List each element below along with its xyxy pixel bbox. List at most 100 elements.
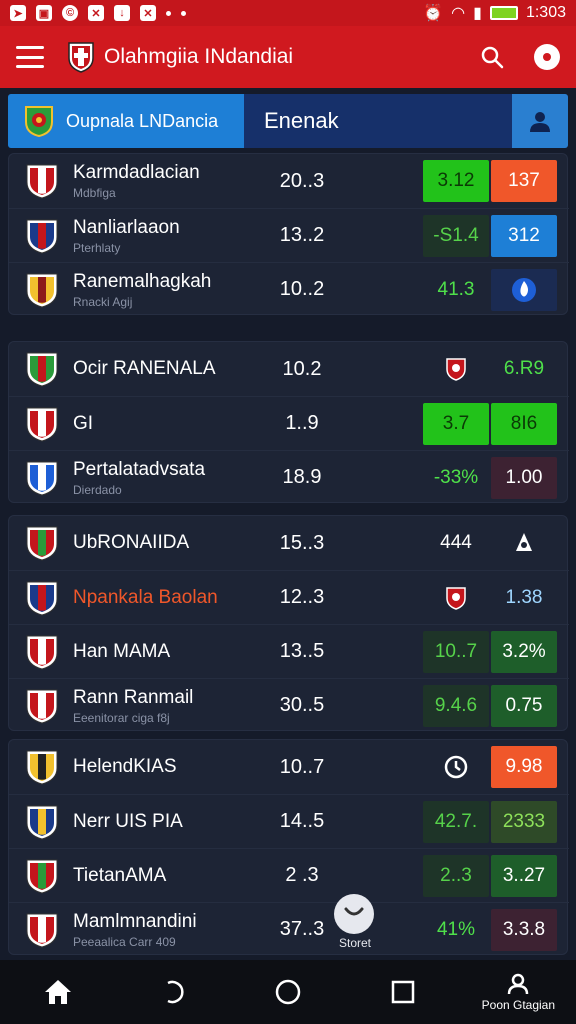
tab-league-active[interactable]: Oupnala LNDancia <box>8 94 244 148</box>
odds-cell[interactable]: 444 <box>423 522 489 564</box>
odds-value: 8I6 <box>510 412 538 434</box>
team-crest-icon <box>26 689 58 724</box>
square-icon <box>391 980 415 1004</box>
odds-cell[interactable]: 41.3 <box>423 269 489 311</box>
team-crest-icon <box>26 164 58 199</box>
odds-cell[interactable]: 137 <box>491 160 557 202</box>
team-name: Nanliarlaaon <box>73 216 180 238</box>
recents-button[interactable] <box>363 960 443 1024</box>
stream-button[interactable] <box>334 894 374 934</box>
odds-value: 9.98 <box>505 756 543 777</box>
odds-cell[interactable]: 8I6 <box>491 402 557 445</box>
team-name-block: Han MAMA <box>73 641 170 663</box>
match-score: 15..3 <box>279 531 325 554</box>
dot-icon <box>166 10 171 16</box>
odds-cell[interactable] <box>423 746 489 788</box>
odds-cell[interactable]: 3..27 <box>491 854 557 897</box>
odds-value: 41.3 <box>437 278 475 300</box>
team-crest-icon <box>26 750 58 785</box>
odds-cell[interactable]: 42.7. <box>423 800 489 843</box>
menu-icon[interactable] <box>16 46 44 68</box>
search-icon[interactable] <box>480 45 504 69</box>
odds-cell[interactable]: 3.12 <box>423 160 489 202</box>
league-group: Karmdadlacian Mdbfiga 20..3 3.12 137 Nanliarl… <box>8 153 569 316</box>
odds-cell[interactable] <box>491 268 557 311</box>
match-row[interactable]: Mamlmnandini Peeaalica Carr 409 37..3 41% 3.… <box>9 902 569 956</box>
match-row[interactable]: UbRONAIIDA 15..3 444 <box>9 516 569 570</box>
match-score: 10.2 <box>282 357 322 380</box>
team-name-block: GI <box>73 413 93 435</box>
back-button[interactable] <box>133 960 213 1024</box>
league-group: UbRONAIIDA 15..3 444 Npankala Baolan 12..3 1.… <box>8 515 569 732</box>
odds-cell[interactable]: 3.2% <box>491 630 557 673</box>
user-icon <box>530 112 550 132</box>
team-name: GI <box>73 412 94 434</box>
odds-cell[interactable]: 2333 <box>491 800 557 843</box>
club-icon <box>516 533 532 551</box>
profile-label: Poon Gtagian <box>481 998 556 1012</box>
odds-cell[interactable]: 2..3 <box>423 854 489 897</box>
match-row[interactable]: Nerr UIS PIA 14..5 42.7. 2333 <box>9 794 569 848</box>
match-row[interactable]: Karmdadlacian Mdbfiga 20..3 3.12 137 <box>9 154 569 208</box>
team-name-block: Mamlmnandini Peeaalica Carr 409 <box>73 911 197 949</box>
battery-icon <box>489 6 518 20</box>
home-circle-button[interactable] <box>248 960 328 1024</box>
odds-cell[interactable]: 41% <box>423 909 489 951</box>
circle-icon <box>275 979 301 1005</box>
odds-cell[interactable]: 312 <box>491 214 557 257</box>
team-subtitle: Rnacki Agij <box>73 294 133 309</box>
odds-cell[interactable]: -S1.4 <box>423 214 489 257</box>
dot-icon <box>543 53 551 61</box>
odds-value: 3.3.8 <box>502 918 546 940</box>
team-crest-icon <box>26 859 58 894</box>
match-row[interactable]: Pertalatadvsata Dierdado 18.9 -33% 1.00 <box>9 450 569 504</box>
team-subtitle: Peeaalica Carr 409 <box>73 934 176 949</box>
team-name: Nerr UIS PIA <box>73 810 183 832</box>
match-row[interactable]: Npankala Baolan 12..3 1.38 <box>9 570 569 624</box>
crest-icon <box>446 586 466 610</box>
odds-cell[interactable]: 1.00 <box>491 456 557 499</box>
odds-value: 2333 <box>502 810 546 832</box>
match-row[interactable]: HelendKIAS 10..7 9.98 <box>9 740 569 794</box>
home-icon <box>44 980 71 1004</box>
odds-cell[interactable]: 9.4.6 <box>423 684 489 727</box>
odds-cell[interactable]: 6.R9 <box>491 348 557 390</box>
blocked-icon: ✕ <box>140 5 156 21</box>
crest-icon <box>446 358 466 381</box>
team-crest-icon <box>26 352 58 387</box>
telegram-icon: ➤ <box>10 5 26 21</box>
odds-cell[interactable]: 10..7 <box>423 630 489 673</box>
sim-icon: ▣ <box>36 5 52 21</box>
team-crest-icon <box>26 407 58 442</box>
match-row[interactable]: GI 1..9 3.7 8I6 <box>9 396 569 450</box>
odds-cell[interactable] <box>423 577 489 619</box>
match-row[interactable]: Han MAMA 13..5 10..7 3.2% <box>9 624 569 678</box>
odds-cell[interactable]: -33% <box>423 457 489 499</box>
user-button[interactable] <box>512 94 568 148</box>
match-row[interactable]: Ranemalhagkah Rnacki Agij 10..2 41.3 <box>9 262 569 316</box>
league-group: Ocir RANENALA 10.2 6.R9 GI 1..9 3.7 8I6 Pertala… <box>8 341 569 504</box>
team-crest-icon <box>26 461 58 496</box>
tab-second[interactable]: Enenak <box>264 108 339 134</box>
odds-cell[interactable]: 3.3.8 <box>491 908 557 951</box>
team-crest-icon <box>26 913 58 948</box>
status-time: 1:303 <box>525 4 566 21</box>
odds-cell[interactable] <box>491 522 557 564</box>
team-subtitle: Pterhlaty <box>73 240 121 255</box>
more-button[interactable] <box>534 44 560 70</box>
match-row[interactable]: Ocir RANENALA 10.2 6.R9 <box>9 342 569 396</box>
match-row[interactable]: TietanAMA 2 .3 2..3 3..27 <box>9 848 569 902</box>
status-bar: ➤ ▣ © ✕ ↓ ✕ ⏰ ◠ ▮ 1:303 <box>0 0 576 26</box>
match-row[interactable]: Rann Ranmail Eeenitorar ciga f8j 30..5 9.4.… <box>9 678 569 732</box>
odds-cell[interactable]: 9.98 <box>491 746 557 788</box>
odds-cell[interactable]: 1.38 <box>491 577 557 619</box>
home-button[interactable] <box>18 960 98 1024</box>
odds-cell[interactable]: 0.75 <box>491 684 557 727</box>
match-row[interactable]: Nanliarlaaon Pterhlaty 13..2 -S1.4 312 <box>9 208 569 262</box>
odds-cell[interactable]: 3.7 <box>423 402 489 445</box>
signal-icon: ▮ <box>473 5 482 22</box>
odds-cell[interactable] <box>423 348 489 390</box>
team-name-block: Nerr UIS PIA <box>73 811 183 833</box>
team-name-block: Ranemalhagkah Rnacki Agij <box>73 271 211 309</box>
profile-button[interactable]: Poon Gtagian <box>478 960 558 1024</box>
